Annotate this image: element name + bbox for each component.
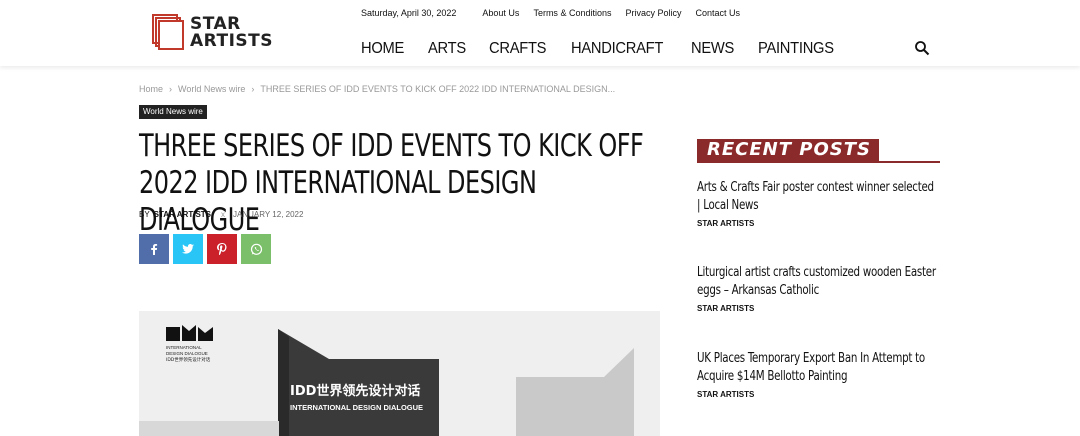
nav-home[interactable]: HOME [361,40,404,58]
whatsapp-share-button[interactable] [241,234,271,264]
author-link[interactable]: STAR ARTISTS [154,210,211,219]
breadcrumb-current: THREE SERIES OF IDD EVENTS TO KICK OFF 2… [260,84,616,94]
article-title: THREE SERIES OF IDD EVENTS TO KICK OFF 2… [139,128,655,239]
poster-logo-line2: DESIGN DIALOGUE [166,351,208,356]
recent-posts-title: RECENT POSTS [697,139,879,161]
nav-crafts[interactable]: CRAFTS [489,40,547,58]
poster-headline-en: INTERNATIONAL DESIGN DIALOGUE [290,403,423,412]
site-logo[interactable]: STAR ARTISTS [152,14,282,54]
publish-date: JANUARY 12, 2022 [233,210,304,219]
share-buttons [139,234,275,264]
recent-post-author[interactable]: STAR ARTISTS [697,390,940,399]
pinterest-share-button[interactable] [207,234,237,264]
recent-post-title[interactable]: Liturgical artist crafts customized wood… [697,264,940,300]
nav-news[interactable]: NEWS [691,40,734,58]
breadcrumb-home[interactable]: Home [139,84,163,94]
breadcrumb-separator-icon: › [251,84,255,94]
article-featured-image: INTERNATIONAL DESIGN DIALOGUE IDD世界领先设计对… [139,311,660,436]
current-date: Saturday, April 30, 2022 [361,8,457,18]
main-nav: HOME ARTS CRAFTS HANDICRAFT NEWS PAINTIN… [361,40,861,58]
recent-post-title[interactable]: UK Places Temporary Export Ban In Attemp… [697,350,940,386]
recent-post-author[interactable]: STAR ARTISTS [697,219,940,228]
recent-post-title[interactable]: Arts & Crafts Fair poster contest winner… [697,179,940,215]
poster-logo-line3: IDD世界领先设计对话 [166,356,211,363]
recent-post-item[interactable]: Liturgical artist crafts customized wood… [697,264,940,313]
facebook-share-button[interactable] [139,234,169,264]
twitter-share-button[interactable] [173,234,203,264]
idd-logo-icon [166,325,213,341]
by-label: BY [139,210,150,219]
site-header: STAR ARTISTS Saturday, April 30, 2022 Ab… [0,0,1080,66]
breadcrumb-separator-icon: › [169,84,173,94]
pinterest-icon [217,243,227,255]
top-bar: Saturday, April 30, 2022 About Us Terms … [361,8,754,18]
breadcrumb-category[interactable]: World News wire [178,84,245,94]
facebook-icon [151,244,158,255]
poster-headline-cn: IDD世界领先设计对话 [290,383,420,399]
logo-line-artists: ARTISTS [190,31,273,51]
recent-post-item[interactable]: UK Places Temporary Export Ban In Attemp… [697,350,940,399]
meta-separator: x [221,210,226,219]
article-title-line2: 2022 IDD INTERNATIONAL DESIGN DIALOGUE [139,165,537,238]
contact-link[interactable]: Contact Us [695,8,740,18]
whatsapp-icon [250,243,262,255]
terms-link[interactable]: Terms & Conditions [533,8,611,18]
nav-paintings[interactable]: PAINTINGS [758,40,834,58]
recent-post-author[interactable]: STAR ARTISTS [697,304,940,313]
recent-post-item[interactable]: Arts & Crafts Fair poster contest winner… [697,179,940,228]
nav-arts[interactable]: ARTS [428,40,466,58]
article-meta: BY STAR ARTISTS x JANUARY 12, 2022 [139,210,303,219]
poster-logo-line1: INTERNATIONAL [166,345,202,350]
privacy-link[interactable]: Privacy Policy [625,8,681,18]
article-title-line1: THREE SERIES OF IDD EVENTS TO KICK OFF [139,128,644,164]
search-icon[interactable] [914,40,930,56]
twitter-icon [182,244,194,254]
recent-posts-header: RECENT POSTS [697,139,940,163]
idd-poster-graphic: INTERNATIONAL DESIGN DIALOGUE IDD世界领先设计对… [139,311,660,436]
breadcrumb: Home › World News wire › THREE SERIES OF… [139,84,615,94]
category-badge[interactable]: World News wire [139,105,207,119]
logo-mark-icon [152,14,184,50]
nav-handicraft[interactable]: HANDICRAFT [571,40,663,58]
about-us-link[interactable]: About Us [482,8,519,18]
